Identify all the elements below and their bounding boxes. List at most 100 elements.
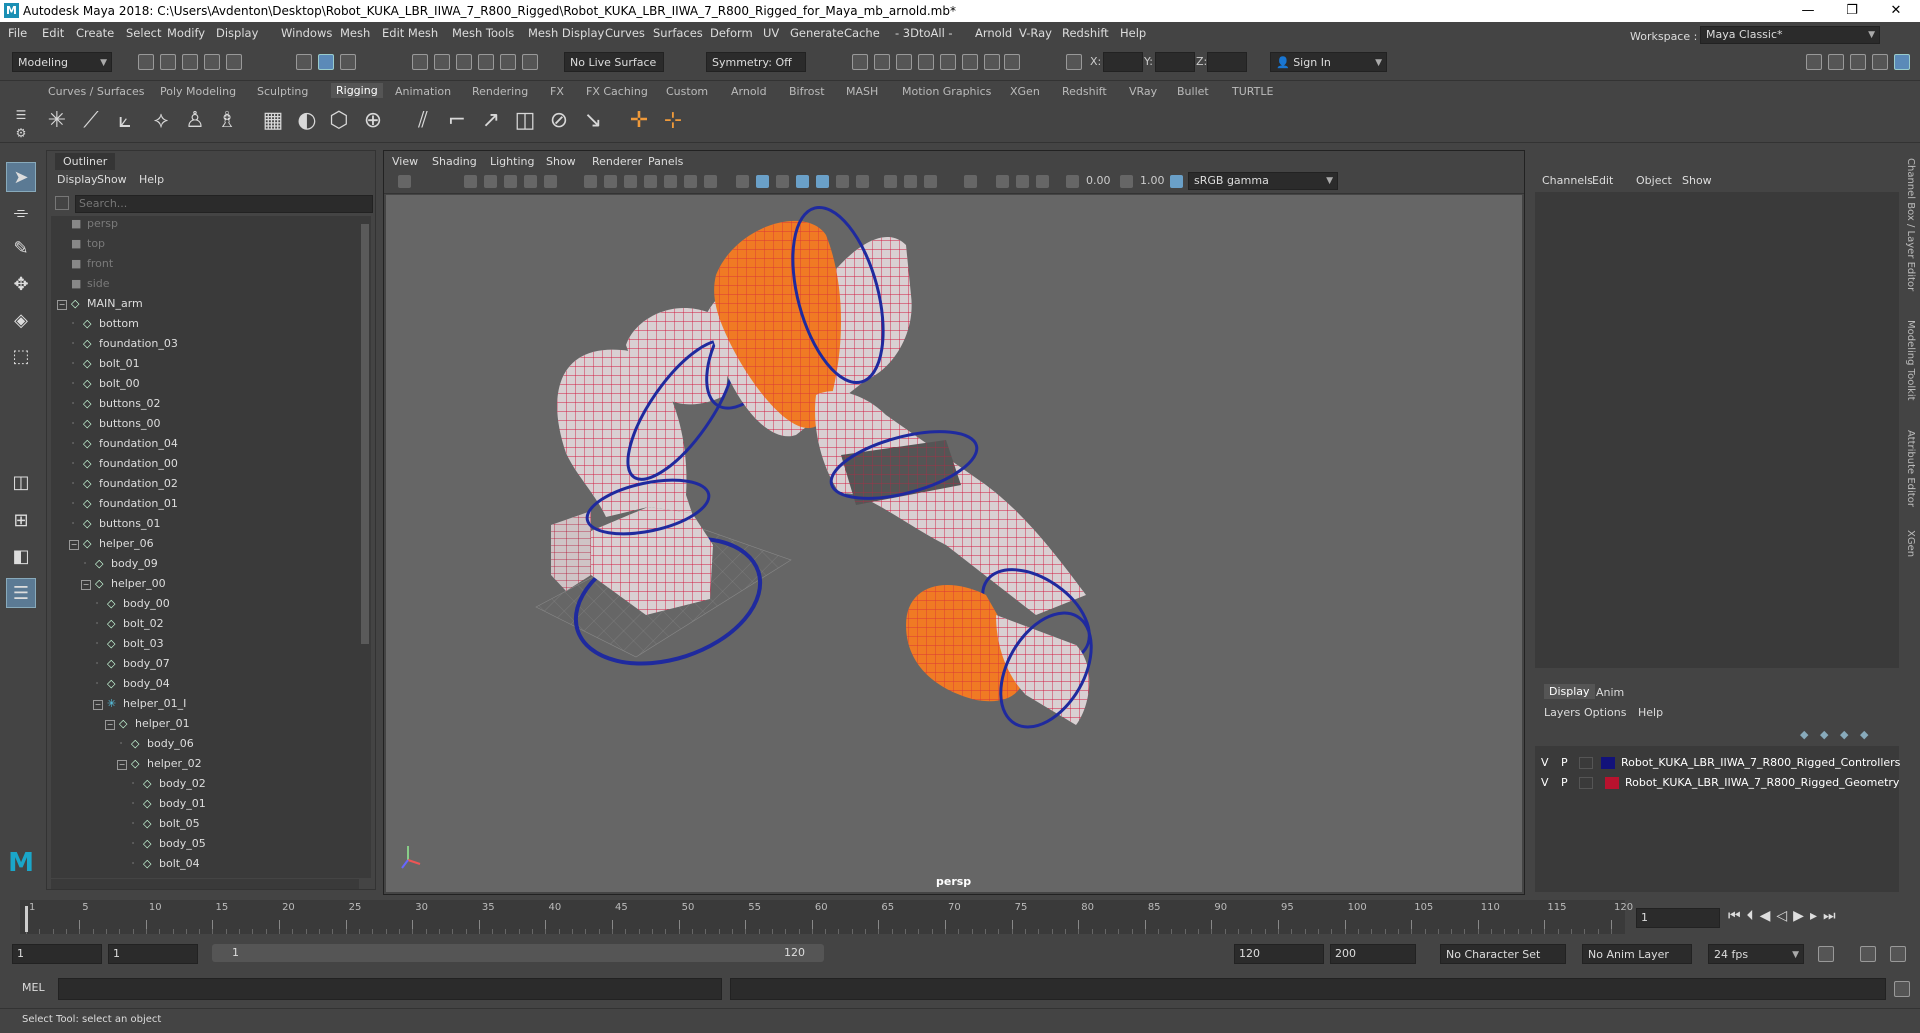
anim-layer-dropdown[interactable]: No Anim Layer bbox=[1582, 944, 1692, 964]
safe-title-icon[interactable] bbox=[704, 175, 717, 188]
lasso-tool-icon[interactable]: ⌯ bbox=[6, 198, 36, 228]
outliner-item[interactable]: · ◇ bottom bbox=[51, 314, 351, 334]
layer-color-swatch[interactable] bbox=[1601, 757, 1615, 769]
save-scene-icon[interactable] bbox=[182, 54, 198, 70]
outliner-hscrollbar[interactable] bbox=[51, 879, 359, 889]
menu-uv[interactable]: UV bbox=[763, 26, 779, 40]
select-hierarchy-icon[interactable] bbox=[296, 54, 312, 70]
outliner-item[interactable]: · ◇ foundation_00 bbox=[51, 454, 351, 474]
textured-icon[interactable] bbox=[816, 175, 829, 188]
gate-mask-icon[interactable] bbox=[644, 175, 657, 188]
cluster-icon[interactable]: ⊕ bbox=[360, 108, 386, 134]
menu-cache[interactable]: Cache bbox=[844, 26, 880, 40]
outliner-tree[interactable]: ■ persp ■ top ■ front ■ side − ◇ MAIN_arm · ◇ bottom ·… bbox=[51, 216, 359, 878]
expand-toggle-icon[interactable]: · bbox=[69, 380, 77, 388]
xray-active-icon[interactable] bbox=[1016, 175, 1029, 188]
bind-skin-icon[interactable]: ⫽ bbox=[410, 108, 436, 134]
mode-dropdown[interactable]: Modeling ▼ bbox=[12, 52, 112, 72]
expand-toggle-icon[interactable]: · bbox=[69, 340, 77, 348]
ik-handle-icon[interactable]: ⟋ bbox=[78, 108, 104, 134]
playback-controls[interactable]: ⏮⏴◀◁▶▸⏭ bbox=[1728, 908, 1842, 924]
character-set-dropdown[interactable]: No Character Set bbox=[1440, 944, 1566, 964]
channel-menu-channels[interactable]: Channels bbox=[1542, 174, 1593, 187]
minimize-button[interactable]: — bbox=[1786, 0, 1830, 22]
menu-mesh-display[interactable]: Mesh Display bbox=[528, 26, 604, 40]
expand-toggle-icon[interactable]: · bbox=[69, 520, 77, 528]
shelf-tab-xgen[interactable]: XGen bbox=[1010, 85, 1040, 98]
loop-icon[interactable] bbox=[1818, 946, 1834, 962]
move-tool-icon[interactable]: ✥ bbox=[6, 270, 36, 300]
layer-visibility-toggle[interactable]: V bbox=[1541, 754, 1549, 772]
expand-toggle-icon[interactable]: · bbox=[69, 360, 77, 368]
side-tab-xgen[interactable]: XGen bbox=[1905, 530, 1916, 557]
outliner-item[interactable]: − ✳ helper_01_I bbox=[51, 694, 351, 714]
expand-toggle-icon[interactable]: · bbox=[69, 320, 77, 328]
outliner-item[interactable]: · ◇ buttons_01 bbox=[51, 514, 351, 534]
shelf-tab-custom[interactable]: Custom bbox=[666, 85, 708, 98]
move-layer-up-icon[interactable]: ◆ bbox=[1800, 728, 1808, 741]
side-tab-modeling-toolkit[interactable]: Modeling Toolkit bbox=[1905, 320, 1916, 401]
viewport-menu-lighting[interactable]: Lighting bbox=[490, 155, 534, 168]
expand-toggle-icon[interactable]: · bbox=[69, 480, 77, 488]
outliner-item[interactable]: · ◇ bolt_04 bbox=[51, 854, 351, 874]
image-plane-icon[interactable] bbox=[504, 175, 517, 188]
outliner-item[interactable]: · ◇ foundation_01 bbox=[51, 494, 351, 514]
layer-color-swatch[interactable] bbox=[1605, 777, 1619, 789]
channel-box-icon[interactable] bbox=[1894, 54, 1910, 70]
outliner-item[interactable]: · ◇ foundation_04 bbox=[51, 434, 351, 454]
collapse-toggle-icon[interactable]: − bbox=[117, 760, 127, 770]
layer-menu-help[interactable]: Help bbox=[1638, 706, 1663, 719]
modeling-toolkit-icon[interactable] bbox=[1806, 54, 1822, 70]
exposure-icon[interactable] bbox=[1066, 175, 1079, 188]
bookmark-icon[interactable] bbox=[484, 175, 497, 188]
outliner-menu-help[interactable]: Help bbox=[139, 173, 164, 186]
layer-playback-toggle[interactable]: P bbox=[1561, 774, 1568, 792]
play-back-icon[interactable]: ◁ bbox=[1776, 908, 1793, 924]
wrap-deformer-icon[interactable]: ◐ bbox=[294, 108, 320, 134]
outliner-search-input[interactable]: Search... bbox=[75, 195, 373, 213]
3d-scene[interactable]: persp bbox=[386, 195, 1522, 892]
menu-surfaces[interactable]: Surfaces bbox=[653, 26, 703, 40]
channel-menu-object[interactable]: Object bbox=[1636, 174, 1672, 187]
layer-name[interactable]: Robot_KUKA_LBR_IIWA_7_R800_Rigged_Contro… bbox=[1621, 754, 1900, 772]
range-slider-bar[interactable]: 1 120 bbox=[212, 944, 824, 962]
shelf-tab-fx-caching[interactable]: FX Caching bbox=[586, 85, 648, 98]
outliner-menu-show[interactable]: Show bbox=[97, 173, 127, 186]
outliner-item[interactable]: · ◇ buttons_00 bbox=[51, 414, 351, 434]
field-chart-icon[interactable] bbox=[664, 175, 677, 188]
layer-type-box[interactable] bbox=[1579, 757, 1593, 769]
layer-name[interactable]: Robot_KUKA_LBR_IIWA_7_R800_Rigged_Geomet… bbox=[1625, 774, 1899, 792]
layer-menu-layers[interactable]: Layers bbox=[1544, 706, 1580, 719]
snap-curve-icon[interactable] bbox=[434, 54, 450, 70]
viewport-menu-panels[interactable]: Panels bbox=[648, 155, 683, 168]
character-controls-icon[interactable] bbox=[1828, 54, 1844, 70]
safe-action-icon[interactable] bbox=[684, 175, 697, 188]
shelf-tab-rendering[interactable]: Rendering bbox=[472, 85, 528, 98]
z-field[interactable] bbox=[1207, 52, 1247, 72]
command-input[interactable] bbox=[58, 978, 722, 1000]
filter-icon[interactable] bbox=[55, 196, 69, 210]
layer-tab-anim[interactable]: Anim bbox=[1596, 686, 1624, 699]
use-all-lights-icon[interactable] bbox=[836, 175, 849, 188]
parent-constraint-icon[interactable]: ⊘ bbox=[546, 108, 572, 134]
two-view-icon[interactable]: ◧ bbox=[6, 542, 36, 572]
film-gate-icon[interactable] bbox=[604, 175, 617, 188]
menu-edit-mesh[interactable]: Edit Mesh bbox=[382, 26, 438, 40]
outliner-item[interactable]: − ◇ helper_01 bbox=[51, 714, 351, 734]
display-layer-row[interactable]: V P Robot_KUKA_LBR_IIWA_7_R800_Rigged_Cont… bbox=[1535, 754, 1900, 772]
current-frame-field[interactable]: 1 bbox=[1636, 908, 1720, 928]
collapse-toggle-icon[interactable]: − bbox=[69, 540, 79, 550]
go-to-end-icon[interactable]: ⏭ bbox=[1823, 908, 1842, 924]
rotate-tool-icon[interactable]: ◈ bbox=[6, 306, 36, 336]
go-to-start-icon[interactable]: ⏮ bbox=[1728, 908, 1747, 924]
locator-icon[interactable]: ✛ bbox=[626, 108, 652, 134]
shadows-icon[interactable] bbox=[856, 175, 869, 188]
shelf-tab-curves-surfaces[interactable]: Curves / Surfaces bbox=[48, 85, 145, 98]
menu-mesh[interactable]: Mesh bbox=[340, 26, 370, 40]
symmetry-dropdown[interactable]: Symmetry: Off bbox=[706, 52, 806, 72]
default-material-icon[interactable] bbox=[776, 175, 789, 188]
menu-deform[interactable]: Deform bbox=[710, 26, 753, 40]
outliner-item[interactable]: · ◇ body_09 bbox=[51, 554, 351, 574]
auto-key-icon[interactable] bbox=[1860, 946, 1876, 962]
outliner-item[interactable]: · ◇ bolt_03 bbox=[51, 634, 351, 654]
